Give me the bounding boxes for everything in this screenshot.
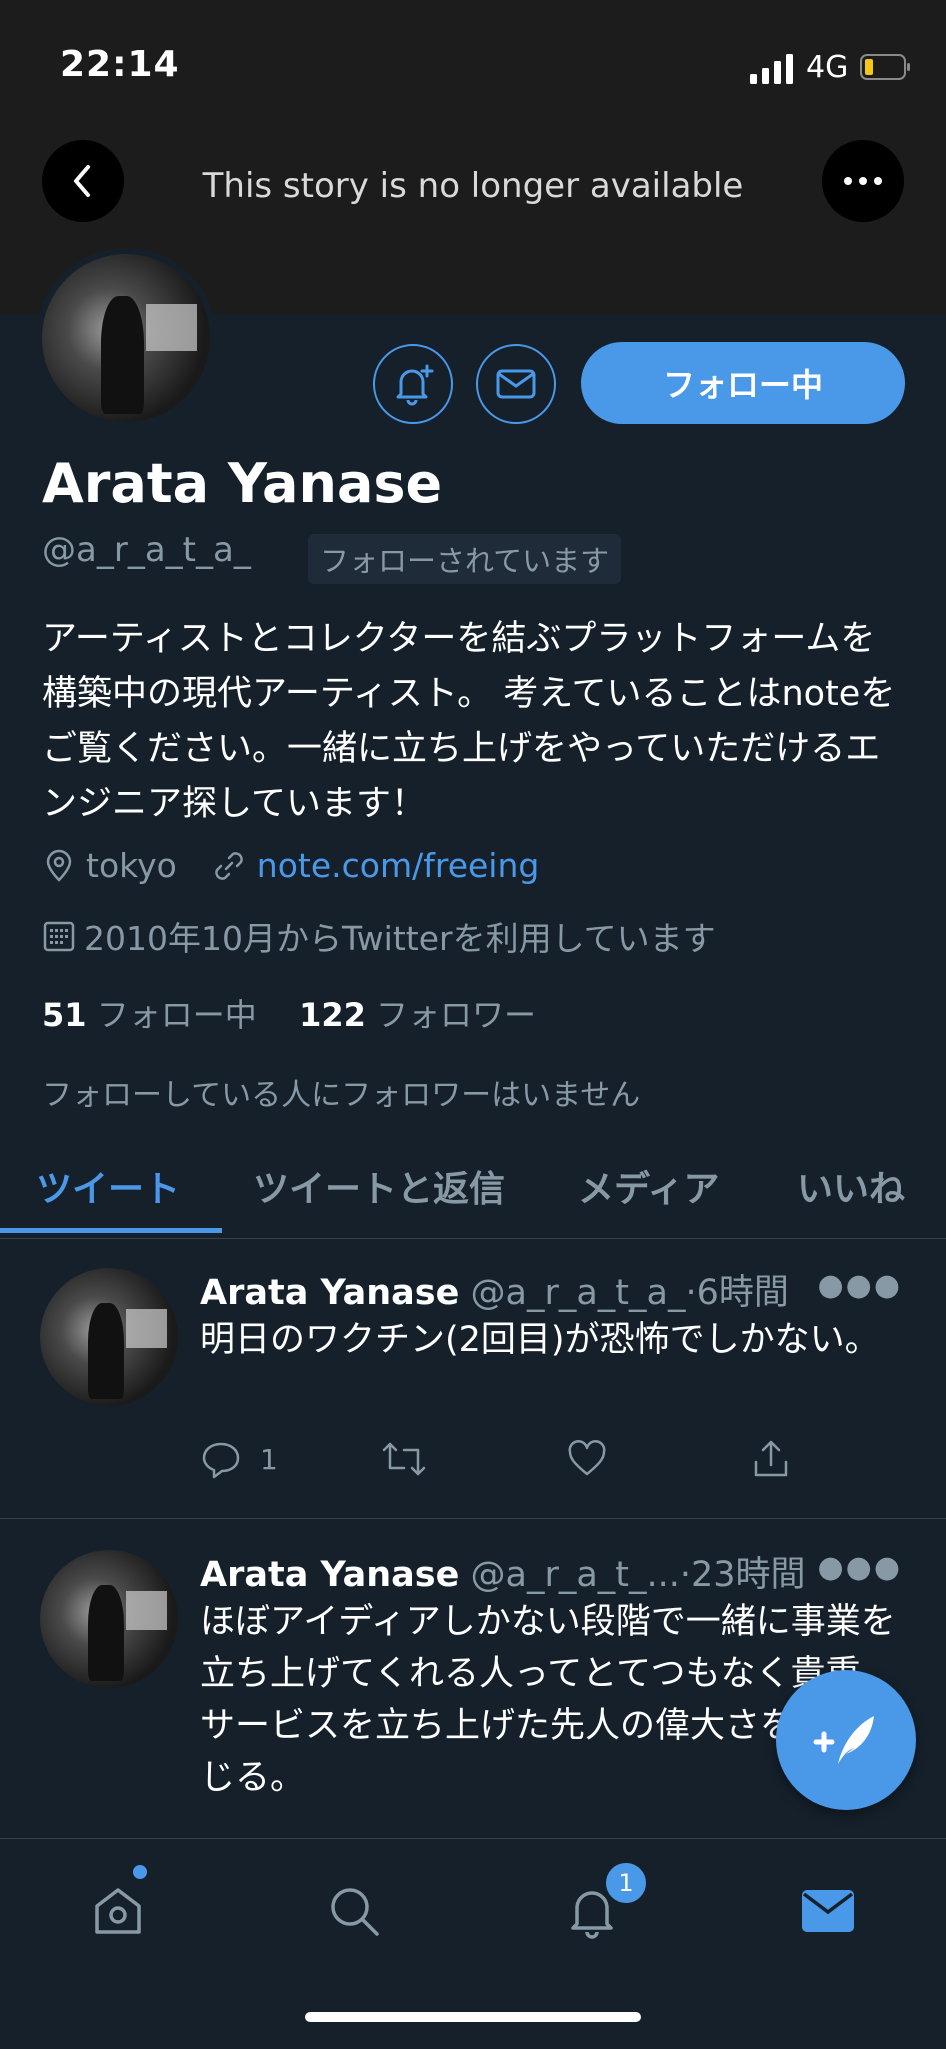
envelope-filled-icon	[802, 1890, 854, 1932]
status-time: 22:14	[60, 44, 180, 85]
tweet-author-name: Arata Yanase	[200, 1555, 460, 1595]
share-icon	[754, 1440, 788, 1477]
tweet-author-handle: @a_r_a_t_a_	[470, 1273, 686, 1313]
home-new-content-dot	[133, 1865, 147, 1879]
nav-home[interactable]	[78, 1871, 158, 1951]
location-pin-icon	[46, 849, 72, 882]
home-icon	[95, 1888, 141, 1934]
tweet-more-button[interactable]: ●●●	[817, 1550, 902, 1585]
profile-handle: @a_r_a_t_a_	[42, 530, 251, 570]
network-type: 4G	[806, 50, 849, 85]
profile-location: tokyo	[86, 846, 177, 885]
followers-count: 122	[299, 996, 366, 1034]
tweet-item[interactable]: Arata Yanase @a_r_a_t_a_·6時間 ●●● 明日のワクチン…	[0, 1238, 946, 1519]
follows-you-badge: フォローされています	[308, 534, 622, 584]
battery-icon	[860, 54, 910, 80]
more-options-button[interactable]	[822, 140, 904, 222]
like-button[interactable]	[566, 1438, 608, 1480]
profile-meta-row: tokyo note.com/freeing	[42, 846, 539, 885]
following-count-link[interactable]: 51 フォロー中	[42, 996, 257, 1034]
tweet-author-name: Arata Yanase	[200, 1273, 460, 1313]
reply-button[interactable]: 1	[200, 1438, 278, 1480]
notifications-badge: 1	[603, 1860, 649, 1906]
profile-bio: アーティストとコレクターを結ぶプラットフォームを構築中の現代アーティスト。 考え…	[42, 619, 896, 824]
compose-tweet-button[interactable]	[776, 1670, 916, 1810]
tweet-actions: 1	[200, 1438, 820, 1488]
follow-counts: 51 フォロー中 122 フォロワー	[42, 990, 536, 1036]
avatar-photo	[42, 254, 210, 422]
calendar-icon	[43, 921, 75, 952]
tweet-time: ·23時間	[679, 1555, 806, 1595]
notification-subscribe-button[interactable]	[373, 344, 453, 424]
joined-date-row: 2010年10月からTwitterを利用しています	[42, 912, 716, 960]
more-dots-icon	[844, 177, 882, 185]
tweet-time: ·6時間	[685, 1273, 789, 1313]
followers-count-link[interactable]: 122 フォロワー	[299, 996, 536, 1034]
tweet-avatar[interactable]	[40, 1268, 178, 1406]
tab-tweets[interactable]: ツイート	[36, 1160, 180, 1212]
tweet-more-button[interactable]: ●●●	[817, 1268, 902, 1303]
story-unavailable-message: This story is no longer available	[202, 166, 744, 206]
cellular-signal-icon	[750, 54, 793, 84]
profile-url-link[interactable]: note.com/freeing	[257, 846, 540, 885]
tab-media[interactable]: メディア	[578, 1160, 719, 1212]
tab-tweets-and-replies[interactable]: ツイートと返信	[253, 1160, 505, 1212]
tab-likes[interactable]: いいね	[797, 1160, 905, 1212]
following-label: フォロー中	[96, 996, 257, 1034]
tweet-text: 明日のワクチン(2回目)が恐怖でしかない。	[200, 1320, 880, 1360]
active-tab-indicator	[0, 1228, 222, 1233]
share-button[interactable]	[750, 1438, 792, 1480]
tweet-header: Arata Yanase @a_r_a_t_...·23時間	[200, 1546, 806, 1597]
retweet-icon	[382, 1442, 426, 1476]
envelope-icon	[496, 369, 536, 399]
compose-feather-icon	[813, 1716, 874, 1764]
tweet-avatar[interactable]	[40, 1550, 178, 1688]
nav-search[interactable]	[314, 1871, 394, 1951]
joined-date: 2010年10月からTwitterを利用しています	[84, 919, 716, 958]
direct-message-button[interactable]	[476, 344, 556, 424]
profile-avatar[interactable]	[36, 248, 216, 428]
reply-icon	[202, 1442, 240, 1479]
tweet-header: Arata Yanase @a_r_a_t_a_·6時間	[200, 1264, 789, 1315]
retweet-button[interactable]	[380, 1438, 428, 1480]
tweet-author-handle: @a_r_a_t_...	[470, 1555, 680, 1595]
reply-count: 1	[260, 1442, 278, 1476]
home-indicator-bar[interactable]	[305, 2012, 641, 2022]
heart-icon	[568, 1440, 606, 1476]
following-count: 51	[42, 996, 87, 1034]
link-icon	[215, 851, 243, 880]
following-button[interactable]: フォロー中	[581, 342, 905, 424]
nav-messages[interactable]	[788, 1871, 868, 1951]
followers-label: フォロワー	[376, 996, 537, 1034]
profile-name: Arata Yanase	[42, 452, 443, 515]
search-icon	[331, 1888, 379, 1936]
bell-plus-icon	[396, 364, 434, 406]
mutual-followers-note: フォローしている人にフォロワーはいません	[42, 1078, 641, 1113]
profile-tabs: ツイート ツイートと返信 メディア いいね	[0, 1150, 946, 1239]
